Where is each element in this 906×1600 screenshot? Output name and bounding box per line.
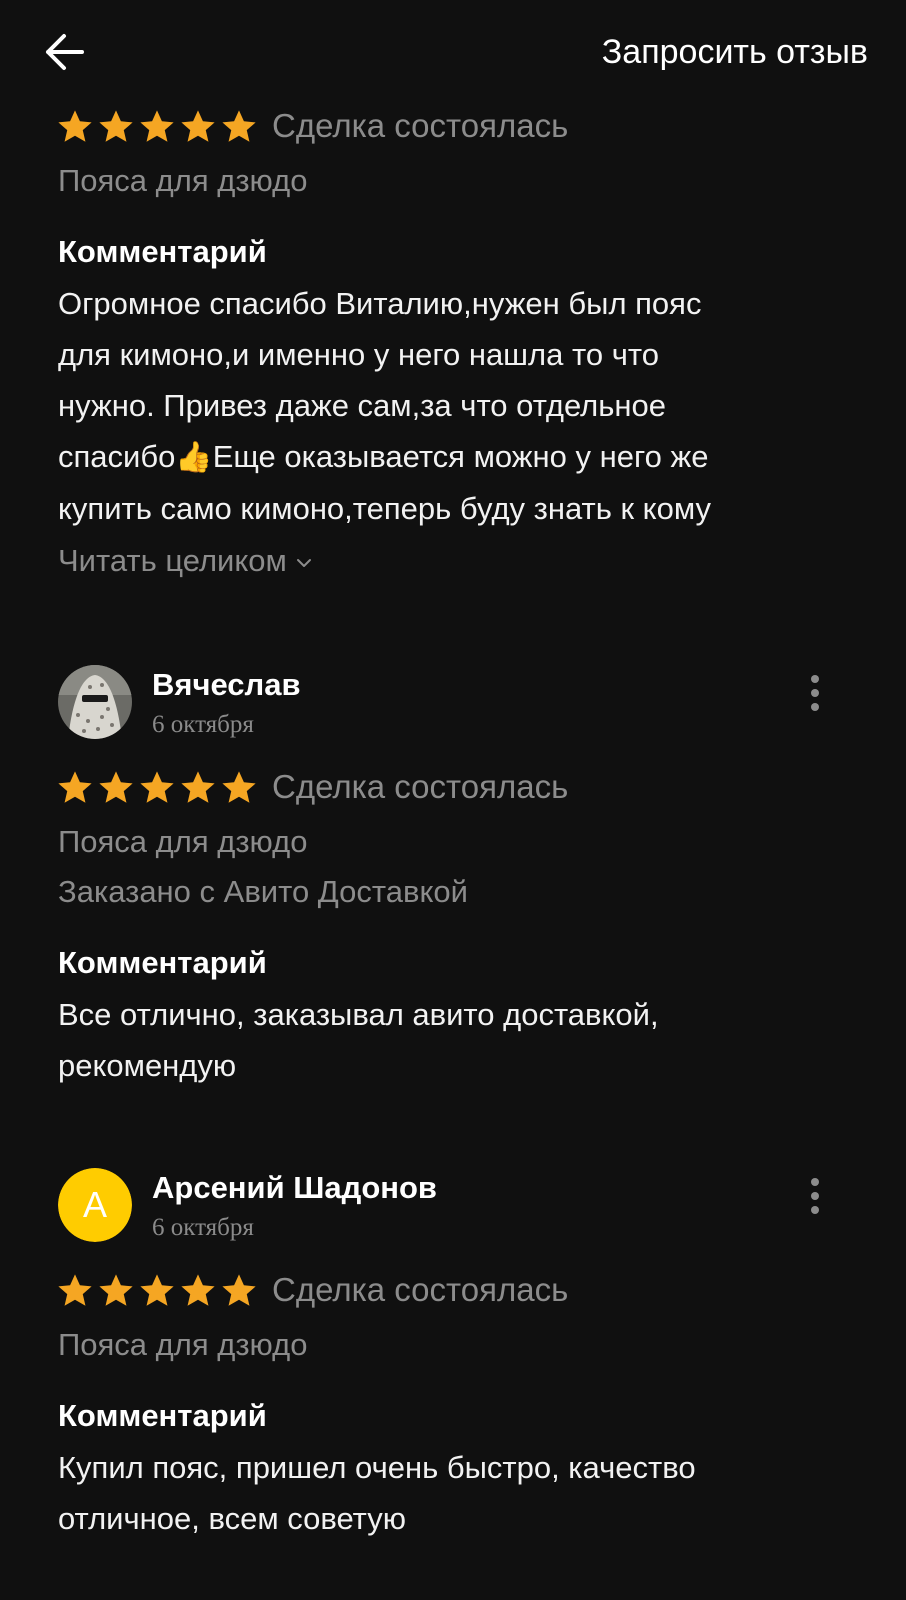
- comment-line: нужно. Привез даже сам,за что отдельное: [58, 388, 667, 423]
- comment-text: Огромное спасибо Виталию,нужен был пояс …: [0, 278, 906, 534]
- star-rating: [56, 769, 258, 807]
- star-icon: [99, 1274, 133, 1306]
- star-icon: [58, 771, 92, 803]
- comment-line: рекомендую: [58, 1048, 237, 1083]
- deal-status: Сделка состоялась: [272, 1271, 569, 1308]
- comment-title: Комментарий: [58, 945, 267, 980]
- star-icon: [222, 110, 256, 142]
- kebab-menu-icon: [811, 1178, 819, 1214]
- review-date: 6 октября: [152, 1214, 254, 1241]
- star-icon: [181, 771, 215, 803]
- back-button[interactable]: [38, 26, 90, 78]
- review-date: 6 октября: [152, 711, 254, 738]
- rating-row: Сделка состоялась: [0, 1264, 906, 1320]
- more-options-button[interactable]: [800, 1174, 830, 1218]
- review-card: А Арсений Шадонов 6 октября Сделка состо…: [0, 1168, 906, 1544]
- arrow-left-icon: [46, 34, 84, 70]
- author-name[interactable]: Вячеслав: [152, 665, 301, 705]
- more-options-button[interactable]: [800, 671, 830, 715]
- comment-line: Купил пояс, пришел очень быстро, качеств…: [58, 1450, 696, 1485]
- read-more-label: Читать целиком: [58, 543, 287, 578]
- thumbs-up-icon: 👍: [175, 441, 213, 474]
- deal-status: Сделка состоялась: [272, 107, 569, 144]
- comment-line: для кимоно,и именно у него нашла то что: [58, 337, 659, 372]
- deal-status: Сделка состоялась: [272, 768, 569, 805]
- comment-title: Комментарий: [58, 1398, 267, 1433]
- delivery-info: Заказано с Авито Доставкой: [58, 874, 468, 909]
- item-name: Пояса для дзюдо: [58, 824, 308, 859]
- star-rating: [56, 108, 258, 146]
- avatar-photo: [58, 665, 132, 739]
- star-icon: [99, 771, 133, 803]
- avatar[interactable]: А: [58, 1168, 132, 1242]
- star-icon: [222, 1274, 256, 1306]
- avatar-letter: А: [58, 1168, 132, 1242]
- comment-line: купить само кимоно,теперь буду знать к к…: [58, 491, 711, 526]
- item-name: Пояса для дзюдо: [58, 163, 308, 198]
- comment-line: спасибо👍Еще оказывается можно у него же: [58, 431, 846, 483]
- author-name[interactable]: Арсений Шадонов: [152, 1168, 437, 1208]
- review-card: Сделка состоялась Пояса для дзюдо Коммен…: [0, 100, 906, 586]
- review-author: А Арсений Шадонов 6 октября: [0, 1168, 906, 1264]
- star-icon: [58, 110, 92, 142]
- star-icon: [99, 110, 133, 142]
- reviews-screen: Запросить отзыв Сделка состоялась Пояса …: [0, 0, 906, 1600]
- comment-text: Купил пояс, пришел очень быстро, качеств…: [0, 1442, 906, 1544]
- comment-text: Все отлично, заказывал авито доставкой, …: [0, 989, 906, 1091]
- rating-row: Сделка состоялась: [0, 761, 906, 817]
- chevron-down-icon: [296, 558, 311, 567]
- item-name: Пояса для дзюдо: [58, 1327, 308, 1362]
- request-review-button[interactable]: Запросить отзыв: [602, 28, 868, 76]
- comment-fragment: спасибо: [58, 439, 176, 474]
- star-icon: [181, 110, 215, 142]
- comment-line: Огромное спасибо Виталию,нужен был пояс: [58, 286, 702, 321]
- top-bar: Запросить отзыв: [0, 0, 906, 104]
- star-icon: [140, 1274, 174, 1306]
- rating-row: Сделка состоялась: [0, 100, 906, 156]
- comment-line: Все отлично, заказывал авито доставкой,: [58, 997, 659, 1032]
- star-icon: [140, 771, 174, 803]
- comment-title: Комментарий: [58, 234, 267, 269]
- star-icon: [222, 771, 256, 803]
- star-icon: [181, 1274, 215, 1306]
- comment-fragment: Еще оказывается можно у него же: [212, 439, 709, 474]
- kebab-menu-icon: [811, 675, 819, 711]
- star-icon: [58, 1274, 92, 1306]
- star-icon: [140, 110, 174, 142]
- review-card: Вячеслав 6 октября Сделка состоялась Поя…: [0, 665, 906, 1091]
- star-rating: [56, 1272, 258, 1310]
- review-author: Вячеслав 6 октября: [0, 665, 906, 761]
- avatar[interactable]: [58, 665, 132, 739]
- read-more-link[interactable]: Читать целиком: [0, 536, 906, 586]
- comment-line: отличное, всем советую: [58, 1501, 406, 1536]
